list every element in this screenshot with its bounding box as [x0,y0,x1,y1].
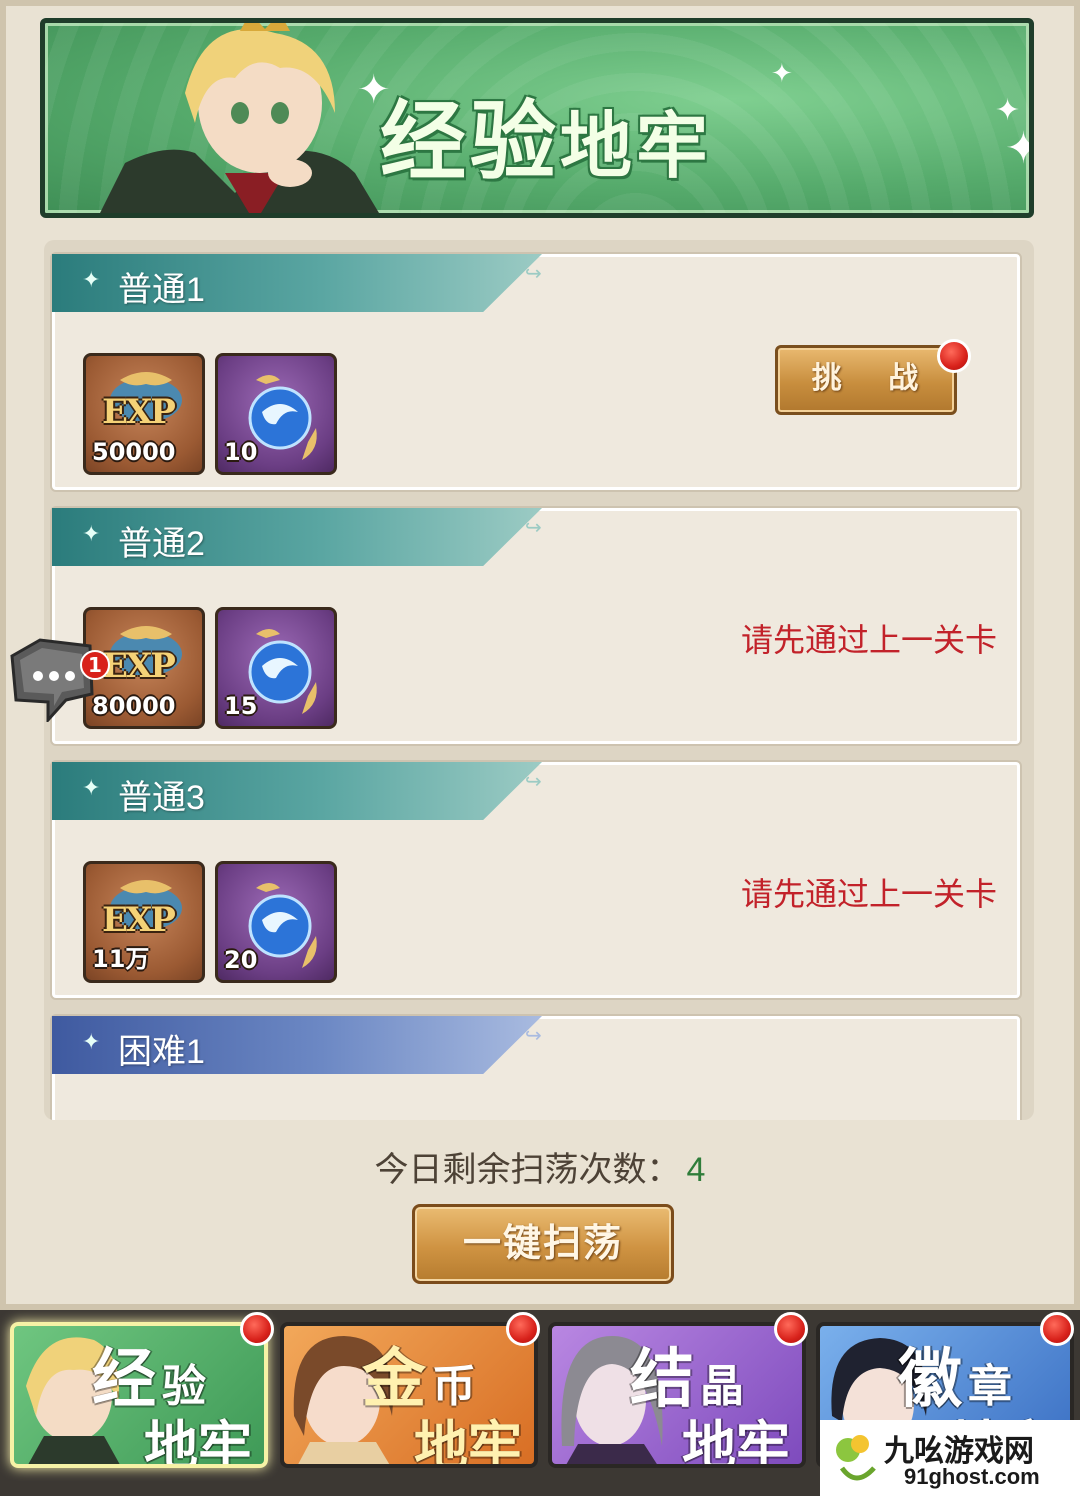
star-icon: ✦ [82,776,101,801]
tab-title-3: 地牢 [682,1414,790,1468]
reward-exp[interactable]: EXP 11万 [83,861,205,983]
notification-dot [937,339,971,373]
notification-dot [774,1312,808,1346]
star-icon: ✦ [82,268,101,293]
tab-exp-dungeon[interactable]: 经 验 地牢 [10,1322,268,1468]
tab-title-3: 地牢 [144,1414,252,1468]
stage-header: ✦ 普通3 [52,762,542,820]
sweep-remaining-label: 今日剩余扫荡次数： [374,1151,681,1189]
reward-orb[interactable]: 15 [215,607,337,729]
stage-card: ✦ 困难1 ↪ [52,1016,1020,1120]
hero-portrait [100,23,379,213]
curl-icon: ↪ [525,769,542,793]
star-icon: ✦ [82,522,101,547]
challenge-button[interactable]: 挑 战 [775,345,957,415]
reward-orb[interactable]: 10 [215,353,337,475]
curl-icon: ↪ [525,515,542,539]
sweep-remaining: 今日剩余扫荡次数： 4 [0,1142,1080,1191]
locked-message: 请先通过上一关卡 [740,622,997,658]
exp-label: EXP [102,646,176,686]
stage-label: 普通1 [118,271,205,309]
stage-header: ✦ 普通2 [52,508,542,566]
reward-count: 50000 [92,438,176,466]
stage-card: ✦ 普通2 ↪ EXP 80000 15 请先通过上一关卡 [52,508,1020,744]
reward-orb[interactable]: 20 [215,861,337,983]
reward-count: 10 [224,438,258,466]
reward-exp[interactable]: EXP 50000 [83,353,205,475]
banner-title-sub: 地牢 [560,103,713,188]
sparkle-icon: ✦ [1005,123,1029,174]
stage-header: ✦ 普通1 [52,254,542,312]
watermark-url: 91ghost.com [904,1464,1040,1489]
notification-dot [506,1312,540,1346]
notification-dot [240,1312,274,1346]
tab-crystal-dungeon[interactable]: 结 晶 地牢 [548,1322,806,1468]
stage-header: ✦ 困难1 [52,1016,542,1074]
notification-dot [1040,1312,1074,1346]
stage-label: 困难1 [118,1033,205,1071]
star-icon: ✦ [82,1030,101,1055]
stage-card: ✦ 普通3 ↪ EXP 11万 20 请先通过上一关卡 [52,762,1020,998]
site-logo-icon [836,1435,876,1481]
curl-icon: ↪ [525,1023,542,1047]
exp-label: EXP [102,900,176,940]
stage-card: ✦ 普通1 ↪ EXP 50000 10 挑 战 [52,254,1020,490]
banner-title-main: 经验 [380,91,560,192]
sweep-remaining-count: 4 [686,1151,706,1189]
reward-count: 11万 [92,945,150,973]
locked-message: 请先通过上一关卡 [740,876,997,912]
stage-label: 普通3 [118,779,205,817]
exp-label: EXP [102,392,176,432]
stage-label: 普通2 [118,525,205,563]
stage-list[interactable]: ✦ 普通1 ↪ EXP 50000 10 挑 战 ✦ 普通2 ↪ EXP 800… [44,240,1034,1120]
sparkle-icon: ✦ [771,59,793,89]
reward-count: 15 [224,692,258,720]
tab-title-3: 地牢 [414,1414,522,1468]
tab-gold-dungeon[interactable]: 金 币 地牢 [280,1322,538,1468]
site-watermark: 九吆游戏网 91ghost.com [820,1420,1080,1496]
sweep-all-button[interactable]: 一键扫荡 [412,1204,674,1284]
chat-bubble-icon[interactable] [4,636,96,722]
banner-title: 经验地牢 [380,71,712,196]
chat-badge: 1 [80,650,110,680]
curl-icon: ↪ [525,261,542,285]
dungeon-banner: 经验地牢 ✦ ✦ ✦ ✦ [40,18,1034,218]
sparkle-icon: ✦ [357,67,391,113]
reward-count: 20 [224,946,258,974]
reward-count: 80000 [92,692,176,720]
